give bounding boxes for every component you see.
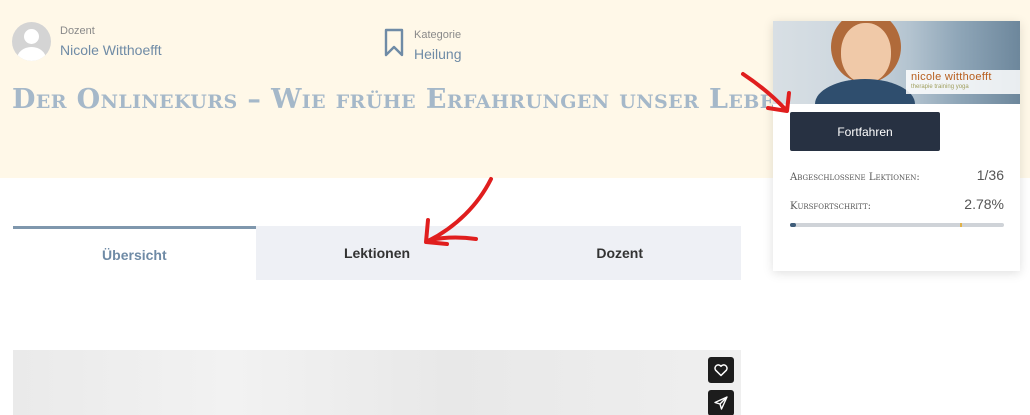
page-title: Der Onlinekurs – Wie frühe Erfahrungen u…	[12, 84, 898, 115]
category-name[interactable]: Heilung	[414, 45, 461, 63]
share-button[interactable]	[708, 390, 734, 415]
course-progress-label: Kursfortschritt:	[790, 201, 871, 212]
completed-lessons-label: Abgeschlossene Lektionen:	[790, 172, 920, 183]
completed-lessons-row: Abgeschlossene Lektionen: 1/36	[790, 167, 1004, 183]
avatar	[12, 22, 51, 61]
instructor-name[interactable]: Nicole Witthoefft	[60, 41, 162, 59]
tab-instructor[interactable]: Dozent	[498, 226, 742, 280]
course-progress-value: 2.78%	[964, 196, 1004, 212]
category-label: Kategorie	[414, 29, 462, 41]
course-tabs: Übersicht Lektionen Dozent	[13, 226, 742, 280]
brand-subtitle: therapie training yoga	[911, 84, 969, 90]
course-progress-row: Kursfortschritt: 2.78%	[790, 196, 1004, 212]
send-icon	[714, 396, 728, 410]
continue-button[interactable]: Fortfahren	[790, 112, 940, 151]
progress-bar-marker	[960, 223, 962, 227]
like-button[interactable]	[708, 357, 734, 383]
instructor-info[interactable]: Dozent Nicole Witthoefft	[12, 22, 162, 61]
course-media-preview[interactable]	[13, 350, 741, 415]
progress-bar	[790, 223, 1004, 227]
tab-lessons[interactable]: Lektionen	[255, 226, 499, 280]
tab-overview[interactable]: Übersicht	[13, 226, 256, 280]
bookmark-icon	[384, 28, 404, 57]
course-progress-card: nicole witthoefft therapie training yoga…	[773, 21, 1020, 271]
heart-icon	[714, 364, 728, 377]
brand-logo-text: nicole witthoefft	[911, 71, 992, 83]
course-image: nicole witthoefft therapie training yoga	[773, 21, 1020, 104]
category-info[interactable]: Kategorie Heilung	[383, 28, 461, 63]
instructor-label: Dozent	[60, 25, 95, 37]
progress-bar-fill	[790, 223, 796, 227]
completed-lessons-value: 1/36	[976, 167, 1004, 183]
